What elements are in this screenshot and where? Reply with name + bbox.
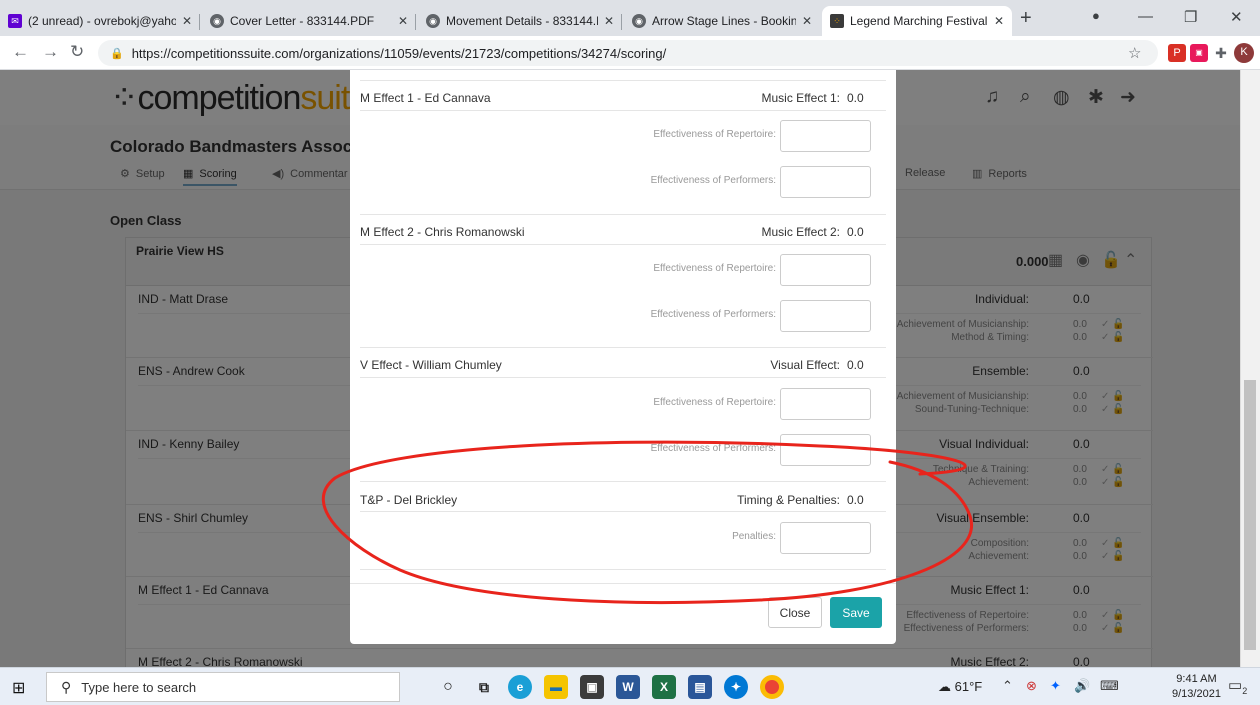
tab-search-icon[interactable]: ●: [1092, 8, 1100, 23]
section-score: 0.0: [847, 225, 864, 239]
globe-icon: ◉: [426, 14, 440, 28]
windows-start-icon[interactable]: ⊞: [12, 678, 25, 698]
new-tab-button[interactable]: +: [1020, 8, 1032, 28]
field-label: Effectiveness of Repertoire:: [653, 263, 776, 274]
section-title: V Effect - William Chumley: [360, 358, 502, 372]
excel-icon[interactable]: X: [652, 675, 676, 699]
tab-label: Cover Letter - 833144.PDF: [230, 14, 375, 28]
section-score: 0.0: [847, 358, 864, 372]
notification-icon[interactable]: ▭2: [1228, 676, 1247, 696]
save-button[interactable]: Save: [830, 597, 882, 628]
browser-toolbar: ← → ↻ 🔒 https://competitionssuite.com/or…: [0, 36, 1260, 70]
extension-icon[interactable]: ▣: [1190, 44, 1208, 62]
score-input-repertoire[interactable]: [780, 254, 871, 286]
tab-label: Legend Marching Festival (Pr: [850, 14, 988, 28]
scrollbar-thumb[interactable]: [1244, 380, 1256, 650]
score-input-performers[interactable]: [780, 300, 871, 332]
back-arrow-icon[interactable]: ←: [12, 42, 29, 62]
edge-icon[interactable]: e: [508, 675, 532, 699]
tab-label: Arrow Stage Lines - Booking: [652, 14, 796, 28]
system-clock[interactable]: 9:41 AM 9/13/2021: [1172, 672, 1221, 702]
tab-label: Movement Details - 833144.P: [446, 14, 598, 28]
tab-arrow-stage-lines[interactable]: ◉ Arrow Stage Lines - Booking ✕: [624, 6, 820, 36]
close-icon[interactable]: ✕: [604, 14, 614, 28]
section-caption: Visual Effect:: [770, 358, 840, 372]
close-icon[interactable]: ✕: [802, 14, 812, 28]
browser-tab-strip: ✉ (2 unread) - ovrebokj@yahoo ✕ ◉ Cover …: [0, 0, 1260, 36]
section-score: 0.0: [847, 493, 864, 507]
close-button[interactable]: Close: [768, 597, 822, 628]
keyboard-icon[interactable]: ⌨: [1100, 678, 1119, 694]
section-score: 0.0: [847, 91, 864, 105]
globe-icon: ◉: [632, 14, 646, 28]
section-title: M Effect 2 - Chris Romanowski: [360, 225, 525, 239]
pdf-extension-icon[interactable]: P: [1168, 44, 1186, 62]
store-icon[interactable]: ▣: [580, 675, 604, 699]
field-label: Penalties:: [732, 531, 776, 542]
profile-avatar[interactable]: K: [1234, 43, 1254, 63]
tab-cover-letter[interactable]: ◉ Cover Letter - 833144.PDF ✕: [202, 6, 416, 36]
close-icon[interactable]: ✕: [398, 14, 408, 28]
close-icon[interactable]: ✕: [994, 14, 1004, 28]
minimize-icon[interactable]: —: [1138, 8, 1153, 25]
url-text: https://competitionssuite.com/organizati…: [131, 45, 667, 61]
window-close-icon[interactable]: ✕: [1230, 8, 1243, 26]
word-icon[interactable]: W: [616, 675, 640, 699]
forward-arrow-icon[interactable]: →: [42, 42, 59, 62]
task-view-icon[interactable]: ⧉: [472, 675, 496, 699]
tab-yahoo-mail[interactable]: ✉ (2 unread) - ovrebokj@yahoo ✕: [0, 6, 200, 36]
section-caption: Music Effect 2:: [761, 225, 840, 239]
reload-icon[interactable]: ↻: [70, 42, 84, 62]
scoring-modal: M Effect 1 - Ed Cannava Music Effect 1: …: [350, 70, 896, 644]
chevron-up-icon[interactable]: ⌃: [1002, 678, 1013, 694]
section-title: T&P - Del Brickley: [360, 493, 458, 507]
section-caption: Timing & Penalties:: [737, 493, 840, 507]
lock-icon: 🔒: [110, 47, 124, 60]
section-caption: Music Effect 1:: [761, 91, 840, 105]
page-content: ⁘competitionsuite ♫ ⌕ ◍ ✱ ➜ Colorado Ban…: [0, 70, 1260, 667]
field-label: Effectiveness of Performers:: [650, 309, 776, 320]
dropbox-icon[interactable]: ✦: [1050, 678, 1061, 694]
safari-compass-icon[interactable]: ✦: [724, 675, 748, 699]
calendar-icon[interactable]: ▤: [688, 675, 712, 699]
score-input-repertoire[interactable]: [780, 120, 871, 152]
cortana-icon[interactable]: ○: [436, 675, 460, 699]
tab-movement-details[interactable]: ◉ Movement Details - 833144.P ✕: [418, 6, 622, 36]
field-label: Effectiveness of Repertoire:: [653, 397, 776, 408]
score-input-repertoire[interactable]: [780, 388, 871, 420]
weather-widget[interactable]: ☁ 61°F: [938, 679, 982, 695]
taskbar-search[interactable]: ⚲ Type here to search: [46, 672, 400, 702]
network-status-icon[interactable]: ⊗: [1026, 678, 1037, 694]
page-scrollbar[interactable]: [1240, 70, 1260, 667]
chrome-icon[interactable]: [760, 675, 784, 699]
file-explorer-icon[interactable]: ▬: [544, 675, 568, 699]
search-icon: ⚲: [61, 678, 72, 695]
mail-icon: ✉: [8, 14, 22, 28]
close-icon[interactable]: ✕: [182, 14, 192, 28]
weather-icon: ☁: [938, 679, 955, 694]
globe-icon: ◉: [210, 14, 224, 28]
search-placeholder: Type here to search: [81, 679, 197, 695]
volume-icon[interactable]: 🔊: [1074, 678, 1090, 694]
tab-legend-marching-festival[interactable]: ⁘ Legend Marching Festival (Pr ✕: [822, 6, 1012, 36]
bookmark-star-icon[interactable]: ☆: [1128, 44, 1141, 62]
tab-label: (2 unread) - ovrebokj@yahoo: [28, 14, 176, 28]
maximize-icon[interactable]: ❐: [1184, 8, 1197, 26]
windows-taskbar: ⊞ ⚲ Type here to search ○ ⧉ e ▬ ▣ W X ▤ …: [0, 667, 1260, 705]
section-title: M Effect 1 - Ed Cannava: [360, 91, 491, 105]
score-input-performers[interactable]: [780, 434, 871, 466]
score-input-penalties[interactable]: [780, 522, 871, 554]
puzzle-icon[interactable]: ✚: [1212, 44, 1230, 62]
field-label: Effectiveness of Performers:: [650, 443, 776, 454]
field-label: Effectiveness of Performers:: [650, 175, 776, 186]
address-bar[interactable]: 🔒 https://competitionssuite.com/organiza…: [98, 40, 1158, 66]
score-input-performers[interactable]: [780, 166, 871, 198]
field-label: Effectiveness of Repertoire:: [653, 129, 776, 140]
cs-icon: ⁘: [830, 14, 844, 28]
